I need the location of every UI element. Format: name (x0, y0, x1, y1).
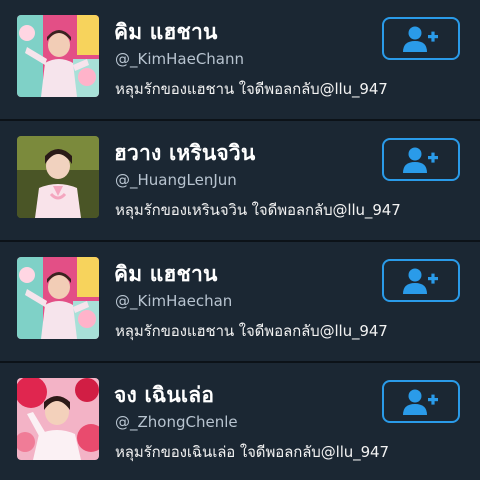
user-row[interactable]: คิม แฮชาน @_KimHaeChann หลุมรักของแฮชาน … (0, 0, 480, 121)
avatar[interactable] (17, 378, 99, 460)
add-user-icon (403, 268, 438, 294)
display-name[interactable]: คิม แฮชาน (114, 16, 218, 49)
bio-text: หลุมรักของเหรินจวิน ใจดีพอลกลับ@llu_947 (115, 201, 401, 219)
username[interactable]: @_KimHaeChann (115, 50, 244, 68)
display-name[interactable]: จง เฉินเล่อ (114, 379, 214, 412)
follow-button[interactable] (382, 138, 460, 181)
follow-button[interactable] (382, 380, 460, 423)
display-name[interactable]: คิม แฮชาน (114, 258, 218, 291)
user-row[interactable]: จง เฉินเล่อ @_ZhongChenle หลุมรักของเฉิน… (0, 363, 480, 480)
avatar[interactable] (17, 257, 99, 339)
user-row[interactable]: คิม แฮชาน @_KimHaechan หลุมรักของแฮชาน ใ… (0, 242, 480, 363)
add-user-icon (403, 389, 438, 415)
user-row[interactable]: ฮวาง เหรินจวิน @_HuangLenJun หลุมรักของเ… (0, 121, 480, 242)
display-name[interactable]: ฮวาง เหรินจวิน (114, 137, 255, 170)
bio-text: หลุมรักของแฮชาน ใจดีพอลกลับ@llu_947 (115, 322, 388, 340)
username[interactable]: @_ZhongChenle (115, 413, 238, 431)
add-user-icon (403, 147, 438, 173)
follow-button[interactable] (382, 17, 460, 60)
username[interactable]: @_KimHaechan (115, 292, 232, 310)
add-user-icon (403, 26, 438, 52)
bio-text: หลุมรักของเฉินเล่อ ใจดีพอลกลับ@llu_947 (115, 443, 389, 461)
avatar[interactable] (17, 136, 99, 218)
user-list: คิม แฮชาน @_KimHaeChann หลุมรักของแฮชาน … (0, 0, 480, 480)
follow-button[interactable] (382, 259, 460, 302)
bio-text: หลุมรักของแฮชาน ใจดีพอลกลับ@llu_947 (115, 80, 388, 98)
username[interactable]: @_HuangLenJun (115, 171, 237, 189)
avatar[interactable] (17, 15, 99, 97)
